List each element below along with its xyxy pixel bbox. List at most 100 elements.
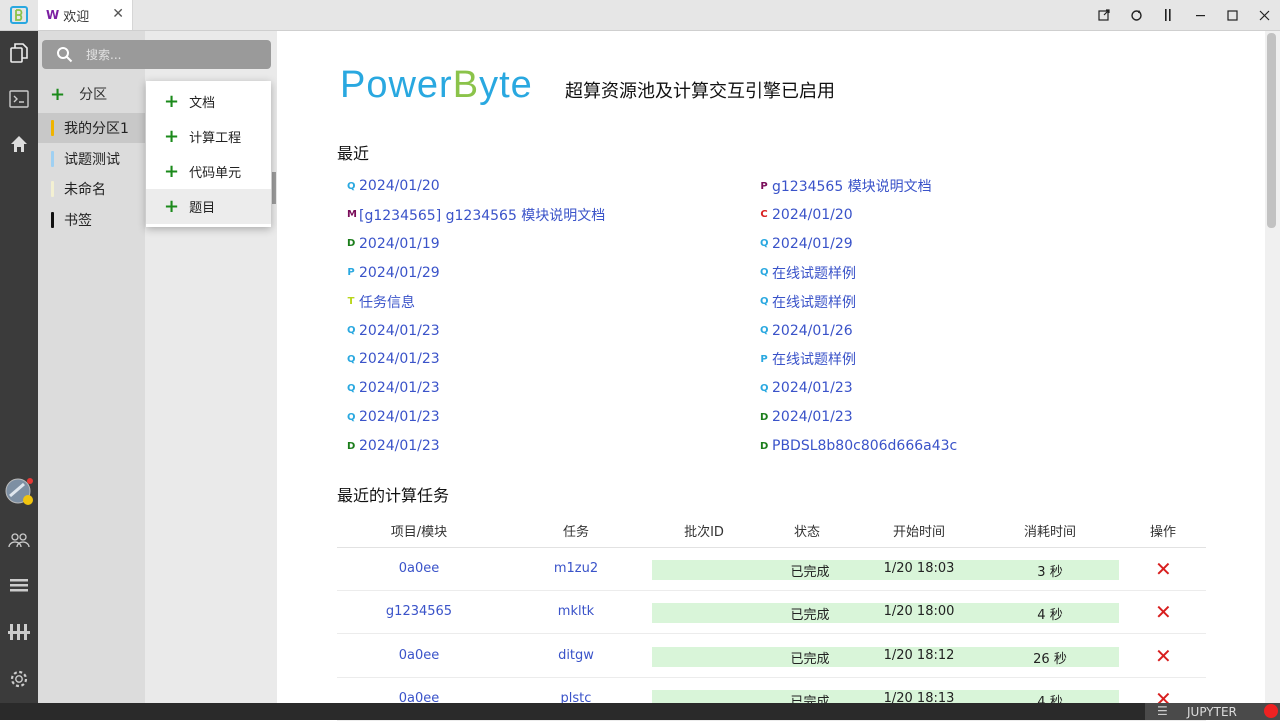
section-label: 未命名: [64, 182, 106, 198]
main-scrollbar-thumb[interactable]: [1267, 33, 1276, 228]
close-window-icon[interactable]: [1248, 0, 1280, 30]
col-header-task: 任务: [562, 525, 589, 540]
plus-icon: +: [164, 161, 180, 182]
recent-item-link[interactable]: 2024/01/23: [359, 323, 440, 339]
files-icon[interactable]: [0, 37, 38, 69]
menu-item-document[interactable]: + 文档: [146, 84, 271, 119]
menu-list-icon[interactable]: ☰: [1157, 704, 1168, 718]
item-type-icon: M: [347, 209, 357, 221]
recent-item[interactable]: Q 在线试题样例: [760, 263, 856, 283]
project-link[interactable]: g1234565: [370, 604, 468, 619]
recent-item-link[interactable]: 2024/01/26: [772, 323, 853, 339]
task-link[interactable]: mkltk: [541, 604, 611, 619]
recent-item-link[interactable]: PBDSL8b80c806d666a43c: [772, 438, 957, 454]
recent-item-link[interactable]: 在线试题样例: [772, 292, 856, 312]
recent-item-link[interactable]: g1234565 模块说明文档: [772, 176, 932, 196]
search-input[interactable]: 搜索...: [42, 40, 271, 69]
tab-welcome[interactable]: W 欢迎 ✕: [38, 0, 133, 30]
section-item[interactable]: 我的分区1: [38, 113, 145, 143]
delete-task-icon[interactable]: ✕: [1155, 644, 1172, 668]
recent-item[interactable]: Q 2024/01/29: [760, 234, 853, 254]
recent-item[interactable]: Q 2024/01/23: [347, 321, 440, 341]
logo-text-yte: yte: [479, 64, 533, 106]
recent-item[interactable]: P 在线试题样例: [760, 349, 856, 369]
recent-item[interactable]: C 2024/01/20: [760, 205, 853, 225]
avatar[interactable]: [0, 475, 38, 507]
section-label: 我的分区1: [64, 121, 129, 137]
section-item[interactable]: 书签: [38, 205, 145, 235]
section-item[interactable]: 未命名: [38, 174, 145, 204]
task-link[interactable]: ditgw: [541, 648, 611, 663]
settings-gear-icon[interactable]: [0, 663, 38, 695]
word-doc-icon: W: [46, 8, 60, 22]
recent-item[interactable]: D 2024/01/23: [347, 436, 440, 456]
section-label: 试题测试: [64, 152, 120, 168]
tasks-heading: 最近的计算任务: [337, 486, 450, 505]
delete-task-icon[interactable]: ✕: [1155, 557, 1172, 581]
menu-item-question[interactable]: + 题目: [146, 189, 271, 224]
recent-item-link[interactable]: 在线试题样例: [772, 263, 856, 283]
recent-item[interactable]: Q 2024/01/23: [347, 378, 440, 398]
recent-item-link[interactable]: 2024/01/23: [359, 409, 440, 425]
recent-item[interactable]: Q 2024/01/23: [347, 349, 440, 369]
col-header-status: 状态: [793, 525, 820, 540]
recent-item-link[interactable]: [g1234565] g1234565 模块说明文档: [359, 205, 605, 225]
item-type-icon: Q: [760, 296, 769, 308]
minimize-icon[interactable]: [1184, 0, 1216, 30]
item-type-icon: P: [760, 353, 768, 365]
section-item[interactable]: 试题测试: [38, 144, 145, 174]
recent-item-link[interactable]: 2024/01/20: [359, 178, 440, 194]
recent-item[interactable]: Q 2024/01/23: [347, 407, 440, 427]
add-partition-button[interactable]: + 分区: [38, 80, 145, 108]
recent-item[interactable]: P 2024/01/29: [347, 263, 440, 283]
powerbyte-logo: PowerByte: [340, 64, 533, 107]
recent-item-link[interactable]: 2024/01/20: [772, 207, 853, 223]
recent-item[interactable]: Q 2024/01/23: [760, 378, 853, 398]
recent-item-link[interactable]: 2024/01/23: [359, 380, 440, 396]
delete-task-icon[interactable]: ✕: [1155, 600, 1172, 624]
col-header-project: 项目/模块: [390, 525, 448, 540]
project-link[interactable]: 0a0ee: [370, 648, 468, 663]
recent-item-link[interactable]: 任务信息: [359, 292, 415, 312]
terminal-icon[interactable]: [0, 83, 38, 115]
item-type-icon: Q: [347, 180, 356, 192]
status-bar: ☰ JUPYTER: [0, 703, 1280, 720]
kernel-label: JUPYTER: [1187, 704, 1237, 719]
recent-item[interactable]: D PBDSL8b80c806d666a43c: [760, 436, 957, 456]
recent-item[interactable]: Q 在线试题样例: [760, 292, 856, 312]
recent-item-link[interactable]: 2024/01/23: [359, 438, 440, 454]
menu-item-compute-project[interactable]: + 计算工程: [146, 119, 271, 154]
recent-item-link[interactable]: 在线试题样例: [772, 349, 856, 369]
maximize-icon[interactable]: [1216, 0, 1248, 30]
menu-item-label: 题目: [189, 201, 216, 216]
recent-item-link[interactable]: 2024/01/29: [772, 236, 853, 252]
list-icon[interactable]: [0, 569, 38, 601]
recent-item[interactable]: Q 2024/01/26: [760, 321, 853, 341]
item-type-icon: Q: [760, 238, 769, 250]
item-type-icon: Q: [347, 353, 356, 365]
recent-item[interactable]: T 任务信息: [347, 292, 415, 312]
recent-item-link[interactable]: 2024/01/23: [359, 351, 440, 367]
cluster-icon[interactable]: [0, 616, 38, 648]
task-link[interactable]: m1zu2: [541, 561, 611, 576]
recent-item[interactable]: Q 2024/01/20: [347, 176, 440, 196]
project-link[interactable]: 0a0ee: [370, 561, 468, 576]
panel-scrollbar[interactable]: [272, 172, 276, 204]
menu-item-code-cell[interactable]: + 代码单元: [146, 154, 271, 189]
recent-item-link[interactable]: 2024/01/23: [772, 380, 853, 396]
recent-item-link[interactable]: 2024/01/23: [772, 409, 853, 425]
home-icon[interactable]: [0, 128, 38, 160]
split-pane-icon[interactable]: [1152, 0, 1184, 30]
open-external-icon[interactable]: [1088, 0, 1120, 30]
recent-item[interactable]: M [g1234565] g1234565 模块说明文档: [347, 205, 605, 225]
kernel-status[interactable]: ☰ JUPYTER: [1145, 703, 1280, 720]
refresh-icon[interactable]: [1120, 0, 1152, 30]
recent-item-link[interactable]: 2024/01/19: [359, 236, 440, 252]
recent-item[interactable]: Pg1234565 模块说明文档: [760, 176, 932, 196]
users-icon[interactable]: [0, 524, 38, 556]
recent-item[interactable]: D 2024/01/19: [347, 234, 440, 254]
col-header-elapsed: 消耗时间: [1023, 525, 1076, 540]
recent-item-link[interactable]: 2024/01/29: [359, 265, 440, 281]
recent-item[interactable]: D 2024/01/23: [760, 407, 853, 427]
close-tab-icon[interactable]: ✕: [112, 6, 124, 22]
